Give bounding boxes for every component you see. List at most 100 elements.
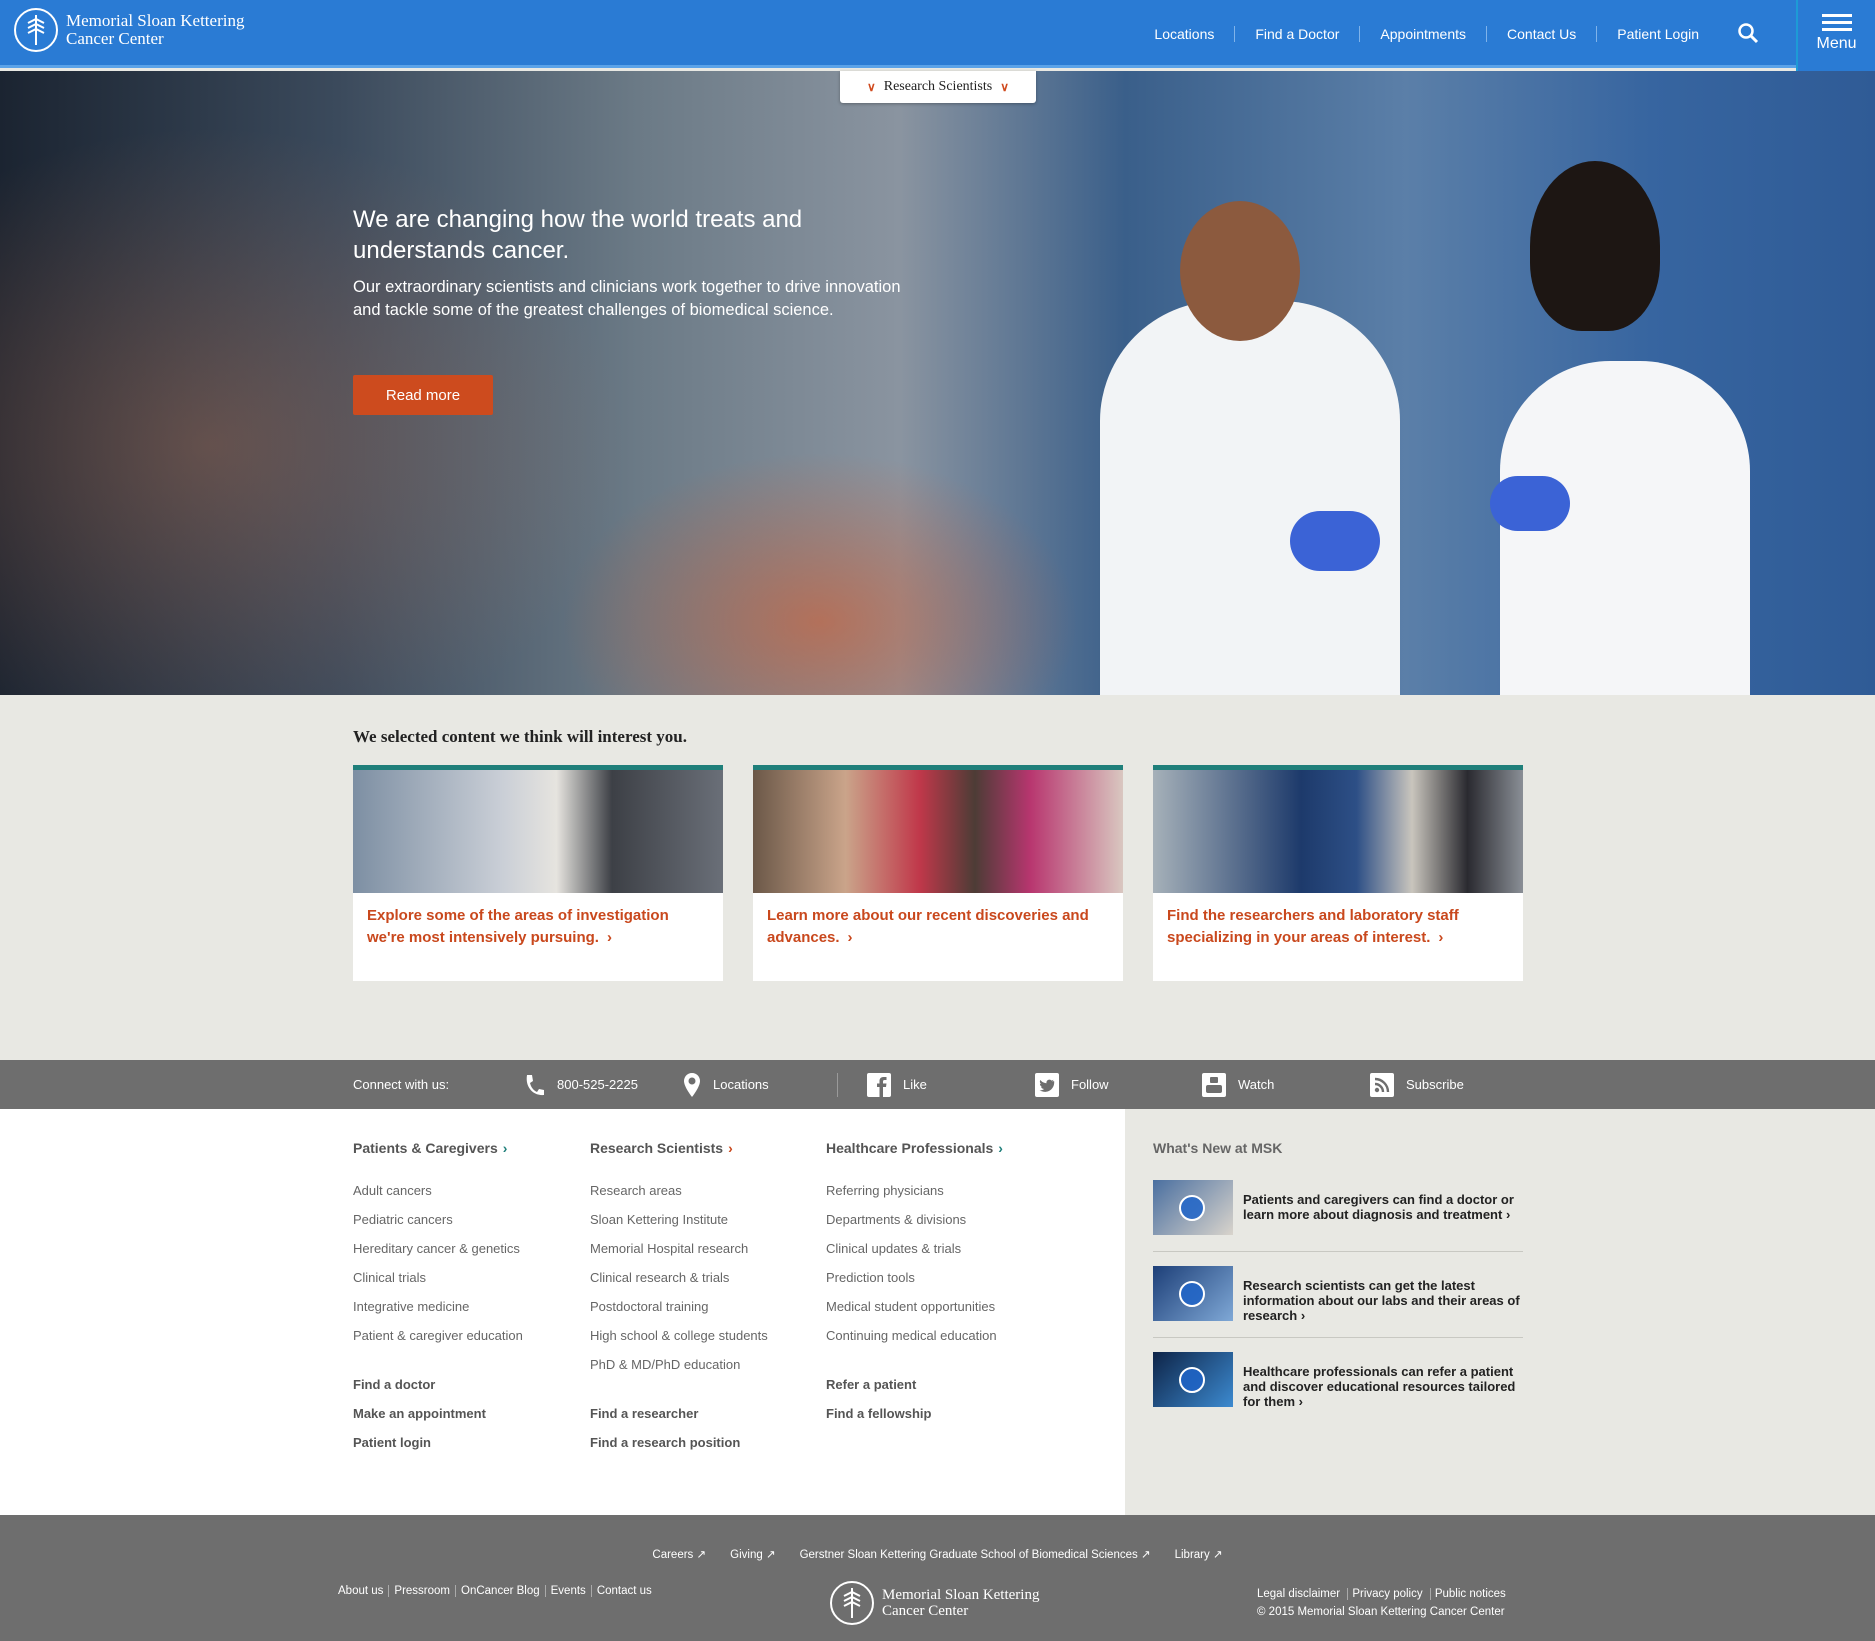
- footer-link[interactable]: Continuing medical education: [826, 1321, 1056, 1350]
- footer-link[interactable]: Clinical trials: [353, 1263, 583, 1292]
- footer-logo-line-1: Memorial Sloan Kettering: [882, 1587, 1040, 1603]
- contact-us-link[interactable]: Contact us: [590, 1585, 657, 1597]
- footer-link[interactable]: Patient & caregiver education: [353, 1321, 583, 1350]
- chevron-right-icon: ›: [1300, 1308, 1306, 1323]
- news-item-patients[interactable]: Patients and caregivers can find a docto…: [1153, 1180, 1523, 1250]
- footer-link[interactable]: Research areas: [590, 1176, 820, 1205]
- chevron-right-icon: ›: [1298, 1394, 1303, 1409]
- facebook-link[interactable]: Like: [867, 1060, 927, 1109]
- nav-appointments[interactable]: Appointments: [1359, 26, 1486, 42]
- public-notices-link[interactable]: Public notices: [1429, 1588, 1510, 1600]
- chevron-right-icon: ›: [728, 1140, 733, 1156]
- card-link-text: Find the researchers and laboratory staf…: [1167, 907, 1459, 946]
- follow-label: Follow: [1071, 1077, 1109, 1092]
- footer-column-healthcare: Healthcare Professionals › Referring phys…: [826, 1140, 1056, 1428]
- graduate-school-link[interactable]: Gerstner Sloan Kettering Graduate School…: [800, 1547, 1151, 1561]
- footer-link[interactable]: Departments & divisions: [826, 1205, 1056, 1234]
- footer-link[interactable]: Clinical research & trials: [590, 1263, 820, 1292]
- careers-link[interactable]: Careers ↗: [652, 1547, 706, 1561]
- phone-link[interactable]: 800-525-2225: [523, 1060, 638, 1109]
- footer-link[interactable]: Integrative medicine: [353, 1292, 583, 1321]
- footer-link[interactable]: Postdoctoral training: [590, 1292, 820, 1321]
- find-research-position-link[interactable]: Find a research position: [590, 1428, 820, 1457]
- about-us-link[interactable]: About us: [338, 1585, 388, 1597]
- divider: [1153, 1337, 1523, 1338]
- chevron-right-icon: ›: [998, 1140, 1003, 1156]
- footer-link[interactable]: Pediatric cancers: [353, 1205, 583, 1234]
- card-link-text: Explore some of the areas of investigati…: [367, 907, 669, 946]
- chevron-right-icon: ›: [847, 929, 853, 946]
- locations-link[interactable]: Locations: [683, 1060, 769, 1109]
- make-appointment-link[interactable]: Make an appointment: [353, 1399, 583, 1428]
- footer-link[interactable]: Medical student opportunities: [826, 1292, 1056, 1321]
- footer-heading-healthcare[interactable]: Healthcare Professionals ›: [826, 1140, 1056, 1156]
- map-pin-icon: [683, 1072, 701, 1098]
- card-image-researchers: [753, 770, 1123, 893]
- patient-login-link[interactable]: Patient login: [353, 1428, 583, 1457]
- audience-selector[interactable]: ∨ Research Scientists ∨: [840, 71, 1036, 103]
- footer-heading-research[interactable]: Research Scientists ›: [590, 1140, 820, 1156]
- hamburger-icon: [1821, 14, 1852, 17]
- events-link[interactable]: Events: [544, 1585, 591, 1597]
- external-link-icon: ↗: [765, 1549, 776, 1561]
- footer-heading-patients[interactable]: Patients & Caregivers ›: [353, 1140, 583, 1156]
- footer-link[interactable]: Referring physicians: [826, 1176, 1056, 1205]
- msk-logo[interactable]: Memorial Sloan Kettering Cancer Center: [14, 8, 244, 52]
- footer-link[interactable]: High school & college students: [590, 1321, 820, 1350]
- external-link-icon: ↗: [1212, 1549, 1223, 1561]
- news-item-research[interactable]: Research scientists can get the latest i…: [1153, 1266, 1523, 1336]
- chevron-right-icon: ›: [1505, 1207, 1511, 1222]
- library-link[interactable]: Library ↗: [1175, 1547, 1223, 1561]
- giving-link[interactable]: Giving ↗: [730, 1547, 775, 1561]
- legal-disclaimer-link[interactable]: Legal disclaimer: [1257, 1588, 1344, 1600]
- content-card-researchers[interactable]: Find the researchers and laboratory staf…: [1153, 765, 1523, 981]
- footer-link[interactable]: Clinical updates & trials: [826, 1234, 1056, 1263]
- rss-link[interactable]: Subscribe: [1370, 1060, 1464, 1109]
- footer-link[interactable]: PhD & MD/PhD education: [590, 1350, 820, 1379]
- find-a-doctor-link[interactable]: Find a doctor: [353, 1370, 583, 1399]
- video-thumbnail: [1153, 1180, 1233, 1235]
- nav-locations[interactable]: Locations: [1134, 26, 1234, 42]
- footer-column-research: Research Scientists › Research areas Sloa…: [590, 1140, 820, 1457]
- menu-button[interactable]: Menu: [1796, 0, 1875, 71]
- search-icon[interactable]: [1737, 22, 1761, 46]
- oncancer-blog-link[interactable]: OnCancer Blog: [455, 1585, 545, 1597]
- nav-contact-us[interactable]: Contact Us: [1486, 26, 1596, 42]
- msk-logo-icon: [14, 8, 58, 52]
- rss-icon: [1370, 1072, 1394, 1097]
- logo-line-1: Memorial Sloan Kettering: [66, 11, 245, 30]
- footer-link[interactable]: Prediction tools: [826, 1263, 1056, 1292]
- copyright: © 2015 Memorial Sloan Kettering Cancer C…: [1257, 1606, 1505, 1618]
- play-icon: [1179, 1367, 1205, 1393]
- youtube-link[interactable]: Watch: [1202, 1060, 1274, 1109]
- menu-label: Menu: [1816, 35, 1857, 52]
- footer-link[interactable]: Hereditary cancer & genetics: [353, 1234, 583, 1263]
- footer-link[interactable]: Adult cancers: [353, 1176, 583, 1205]
- chevron-down-icon: ∨: [1000, 79, 1010, 94]
- refer-patient-link[interactable]: Refer a patient: [826, 1370, 1056, 1399]
- card-image-microscope: [353, 770, 723, 893]
- find-fellowship-link[interactable]: Find a fellowship: [826, 1399, 1056, 1428]
- selected-content-heading: We selected content we think will intere…: [353, 727, 687, 746]
- top-nav: Locations Find a Doctor Appointments Con…: [1134, 0, 1719, 68]
- news-item-healthcare[interactable]: Healthcare professionals can refer a pat…: [1153, 1352, 1523, 1422]
- nav-patient-login[interactable]: Patient Login: [1596, 26, 1719, 42]
- msk-logo-icon: [830, 1581, 874, 1625]
- twitter-link[interactable]: Follow: [1035, 1060, 1109, 1109]
- pressroom-link[interactable]: Pressroom: [388, 1585, 455, 1597]
- privacy-policy-link[interactable]: Privacy policy: [1347, 1588, 1427, 1600]
- video-thumbnail: [1153, 1266, 1233, 1321]
- content-card-areas[interactable]: Explore some of the areas of investigati…: [353, 765, 723, 981]
- video-thumbnail: [1153, 1352, 1233, 1407]
- bottom-footer: Careers ↗ Giving ↗ Gerstner Sloan Ketter…: [0, 1515, 1875, 1641]
- card-image-lab-staff: [1153, 770, 1523, 893]
- chevron-right-icon: ›: [606, 929, 612, 946]
- site-header: Memorial Sloan Kettering Cancer Center L…: [0, 0, 1875, 71]
- footer-link[interactable]: Sloan Kettering Institute: [590, 1205, 820, 1234]
- nav-find-a-doctor[interactable]: Find a Doctor: [1234, 26, 1359, 42]
- content-card-discoveries[interactable]: Learn more about our recent discoveries …: [753, 765, 1123, 981]
- find-researcher-link[interactable]: Find a researcher: [590, 1399, 820, 1428]
- footer-logo[interactable]: Memorial Sloan Kettering Cancer Center: [830, 1581, 1039, 1625]
- read-more-button[interactable]: Read more: [353, 375, 493, 415]
- footer-link[interactable]: Memorial Hospital research: [590, 1234, 820, 1263]
